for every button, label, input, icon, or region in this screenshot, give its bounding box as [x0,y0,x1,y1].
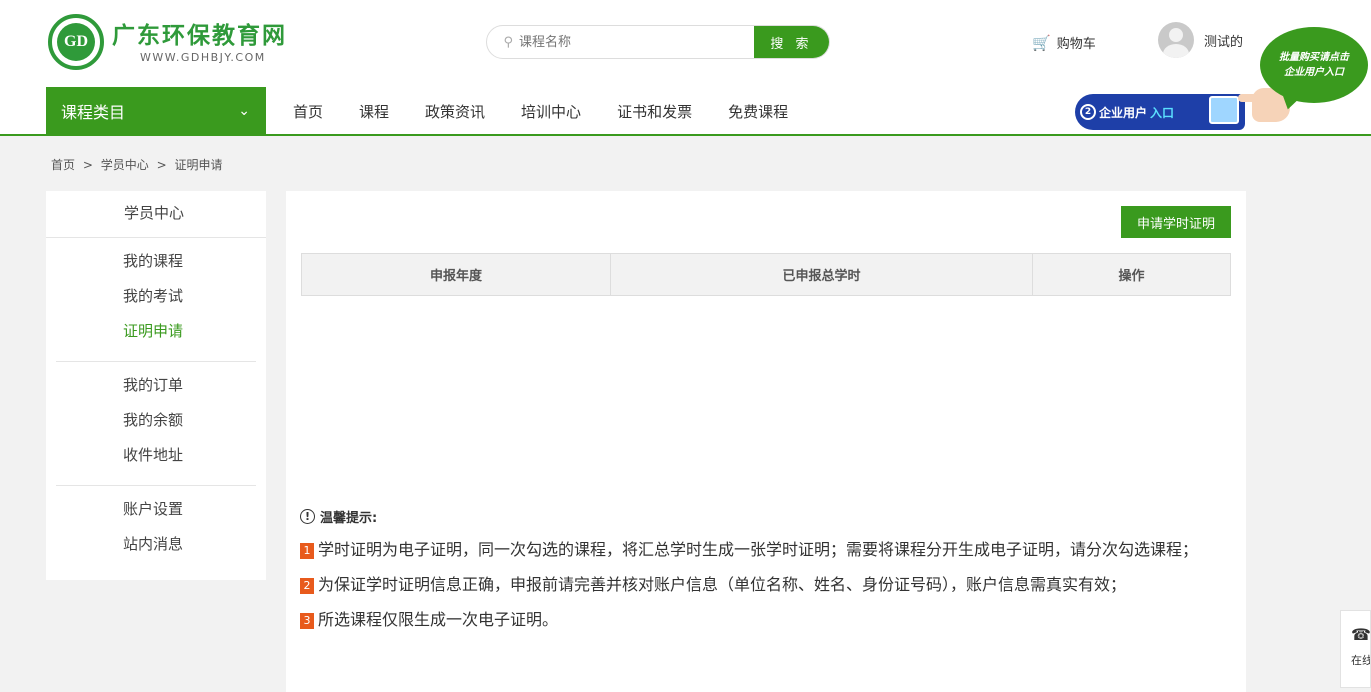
tip-number: 1 [300,543,314,559]
sidebar-item-messages[interactable]: 站内消息 [56,533,256,568]
bulk-purchase-bubble[interactable]: 批量购买请点击 企业用户入口 [1260,27,1368,103]
certificate-table: 申报年度 已申报总学时 操作 [301,253,1231,296]
cart-label: 购物车 [1056,37,1096,52]
exclamation-icon: ! [300,509,315,524]
tips-title: ! 温馨提示: [300,507,1230,526]
logo-url: WWW.GDHBJY.COM [140,50,266,64]
bubble-line-1: 批量购买请点击 [1279,52,1349,63]
course-category-label: 课程类目 [61,103,126,122]
nav-item-training[interactable]: 培训中心 [521,101,581,122]
header: GD 广东环保教育网 WWW.GDHBJY.COM ⚲ 搜 索 🛒 购物车 测试… [0,0,1371,136]
main-nav: 首页 课程 政策资讯 培训中心 证书和发票 免费课程 [293,87,824,135]
sidebar-item-my-balance[interactable]: 我的余额 [56,409,256,444]
column-header-year: 申报年度 [301,253,611,296]
logo-mark-icon: GD [48,14,104,70]
table-header-row: 申报年度 已申报总学时 操作 [301,253,1231,296]
search-box: ⚲ 搜 索 [486,25,830,59]
enterprise-entry-label: 企业用户 [1099,105,1148,120]
enterprise-entry-highlight: 入口 [1150,105,1175,120]
search-icon: ⚲ [503,34,513,50]
breadcrumb: 首页 > 学员中心 > 证明申请 [51,156,226,173]
tip-item: 2 为保证学时证明信息正确，申报前请完善并核对账户信息（单位名称、姓名、身份证号码… [300,573,1230,596]
nav-item-courses[interactable]: 课程 [359,101,389,122]
search-input[interactable] [513,26,754,58]
nav-item-home[interactable]: 首页 [293,101,323,122]
sidebar-group: 我的课程 我的考试 证明申请 [56,238,256,362]
column-header-actions: 操作 [1032,253,1231,296]
sidebar-item-my-courses[interactable]: 我的课程 [56,250,256,285]
tip-number: 3 [300,613,314,629]
course-category-menu[interactable]: 课程类目 ⌄ [46,87,266,135]
avatar [1158,22,1194,58]
apply-certificate-button[interactable]: 申请学时证明 [1121,206,1231,238]
nav-item-policy[interactable]: 政策资讯 [425,101,485,122]
tip-number: 2 [300,578,314,594]
tip-text: 学时证明为电子证明，同一次勾选的课程，将汇总学时生成一张学时证明；需要将课程分开… [318,540,1199,559]
online-service-label: 在线 [1351,654,1371,667]
monitor-icon [1209,96,1239,124]
enterprise-entry-button[interactable]: 2 企业用户 入口 [1075,94,1245,130]
sidebar-title: 学员中心 [46,191,266,238]
sidebar-item-my-orders[interactable]: 我的订单 [56,374,256,409]
user-menu[interactable]: 测试的 [1158,22,1243,58]
sidebar-item-my-exams[interactable]: 我的考试 [56,285,256,320]
breadcrumb-student-center[interactable]: 学员中心 [101,158,149,172]
online-service-tab[interactable]: ☎ 在线 [1340,610,1371,688]
user-name: 测试的 [1204,34,1244,50]
sidebar-group: 我的订单 我的余额 收件地址 [56,362,256,486]
nav-item-certificates[interactable]: 证书和发票 [617,101,692,122]
nav-item-free-courses[interactable]: 免费课程 [728,101,788,122]
cart-icon: 🛒 [1032,33,1051,52]
tips-section: ! 温馨提示: 1 学时证明为电子证明，同一次勾选的课程，将汇总学时生成一张学时证… [300,507,1230,643]
sidebar-item-address[interactable]: 收件地址 [56,444,256,479]
sidebar-item-certificate-apply[interactable]: 证明申请 [56,320,256,355]
search-button[interactable]: 搜 索 [754,26,829,58]
tip-text: 为保证学时证明信息正确，申报前请完善并核对账户信息（单位名称、姓名、身份证号码）… [318,575,1127,594]
breadcrumb-home[interactable]: 首页 [51,158,75,172]
breadcrumb-current: 证明申请 [174,158,223,172]
headset-icon: ☎ [1351,625,1371,644]
tip-item: 1 学时证明为电子证明，同一次勾选的课程，将汇总学时生成一张学时证明；需要将课程分… [300,538,1230,561]
site-logo[interactable]: GD 广东环保教育网 WWW.GDHBJY.COM [48,14,287,70]
column-header-hours: 已申报总学时 [610,253,1033,296]
main-panel: 申请学时证明 申报年度 已申报总学时 操作 ! 温馨提示: 1 学时证明为电子证明… [286,191,1246,692]
breadcrumb-separator: > [156,158,167,172]
chevron-down-icon: ⌄ [238,103,250,119]
cart-link[interactable]: 🛒 购物车 [1032,33,1096,53]
sidebar-item-account-settings[interactable]: 账户设置 [56,498,256,533]
bubble-line-2: 企业用户入口 [1284,67,1344,78]
sidebar: 学员中心 我的课程 我的考试 证明申请 我的订单 我的余额 收件地址 账户设置 … [46,191,266,580]
breadcrumb-separator: > [82,158,93,172]
logo-title: 广东环保教育网 [112,22,287,49]
tip-item: 3 所选课程仅限生成一次电子证明。 [300,608,1230,631]
sidebar-group: 账户设置 站内消息 [56,486,256,574]
enterprise-entry-number: 2 [1080,104,1096,120]
tip-text: 所选课程仅限生成一次电子证明。 [318,610,559,629]
